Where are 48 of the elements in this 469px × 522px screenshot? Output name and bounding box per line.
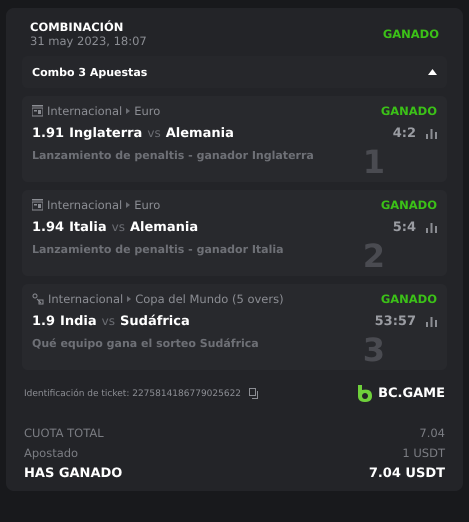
category: Internacional: [47, 198, 122, 212]
summary-label: HAS GANADO: [24, 466, 122, 481]
combo-label: Combo 3 Apuestas: [32, 66, 148, 78]
brand-name: BC.GAME: [378, 386, 445, 401]
odds: 1.9: [32, 314, 56, 329]
team-name: Alemania: [166, 126, 234, 141]
league: Copa del Mundo (5 overs): [135, 292, 284, 306]
status-label: GANADO: [380, 292, 437, 306]
copy-icon[interactable]: [249, 388, 260, 399]
chevron-icon: [126, 108, 130, 114]
summary-value: 7.04 USDT: [368, 466, 445, 481]
stats-icon[interactable]: [426, 222, 437, 232]
bet-date: 31 may 2023, 18:07: [30, 34, 147, 48]
odds: 1.94: [32, 220, 64, 235]
team-name: India: [60, 314, 97, 329]
chevron-icon: [127, 296, 132, 302]
team-name: Sudáfrica: [120, 314, 190, 329]
vs-label: vs: [112, 220, 125, 234]
score: 4:2: [392, 126, 416, 141]
status-label: GANADO: [382, 27, 439, 41]
score: 53:57: [374, 314, 416, 329]
summary-value: 1 USDT: [402, 446, 445, 460]
chevron-icon: [126, 202, 130, 208]
summary-label: CUOTA TOTAL: [24, 426, 104, 440]
market-text: Lanzamiento de penaltis - ganador Italia: [32, 243, 284, 256]
team-name: Italia: [69, 220, 107, 235]
stats-icon[interactable]: [426, 128, 437, 138]
team-name: Alemania: [130, 220, 198, 235]
market-text: Qué equipo gana el sorteo Sudáfrica: [32, 337, 259, 350]
vs-label: vs: [147, 126, 161, 140]
status-label: GANADO: [380, 198, 437, 212]
league: Euro: [134, 104, 160, 118]
ticket-id: Identificación de ticket: 2275814186779025622: [24, 388, 242, 398]
caret-icon: [428, 69, 437, 75]
vs-label: vs: [102, 314, 116, 328]
score: 5:4: [392, 220, 416, 235]
summary-label: Apostado: [24, 446, 78, 460]
market-text: Lanzamiento de penaltis - ganador Inglaterra: [32, 149, 314, 162]
team-name: Inglaterra: [69, 126, 142, 141]
category: Internacional: [48, 292, 124, 306]
summary-value: 7.04: [419, 426, 445, 440]
bet-type: COMBINACIÓN: [30, 20, 124, 34]
league: Euro: [134, 198, 160, 212]
odds: 1.91: [32, 126, 64, 141]
logo-icon: [358, 385, 372, 402]
stats-icon[interactable]: [426, 316, 437, 326]
status-label: GANADO: [380, 104, 437, 118]
category: Internacional: [47, 104, 122, 118]
